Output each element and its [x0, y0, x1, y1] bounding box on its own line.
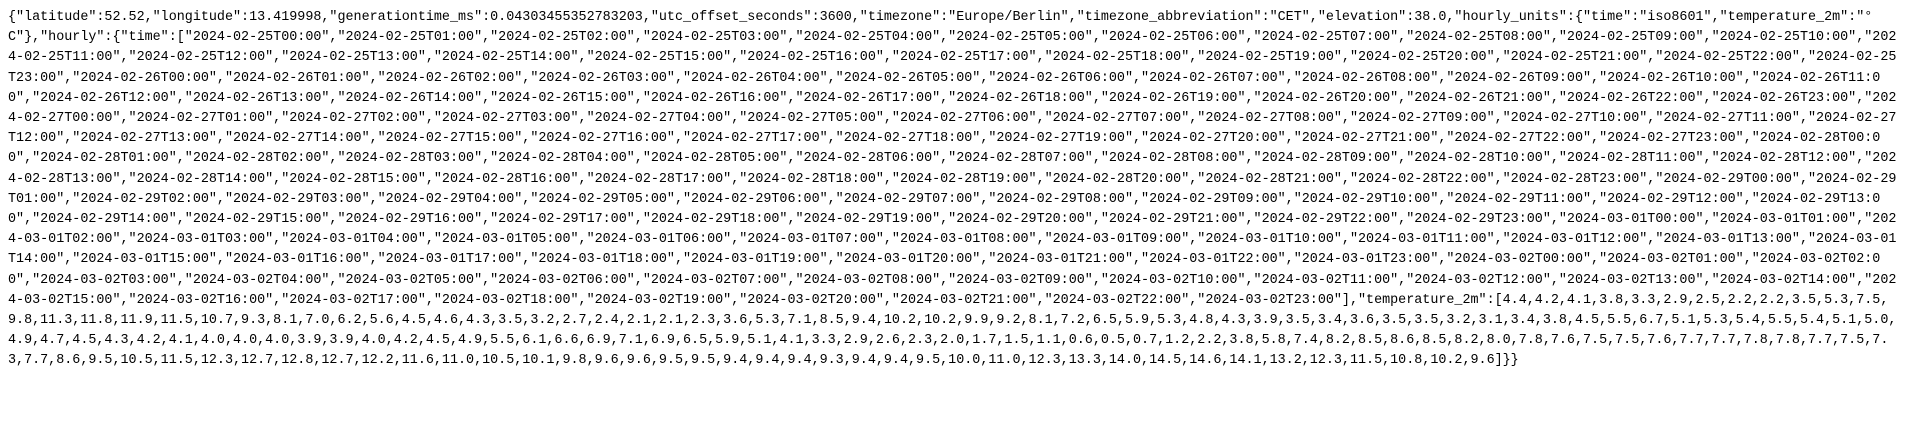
raw-json-viewer: {"latitude":52.52,"longitude":13.419998,…	[0, 0, 1920, 442]
raw-json-text[interactable]: {"latitude":52.52,"longitude":13.419998,…	[8, 8, 1903, 372]
